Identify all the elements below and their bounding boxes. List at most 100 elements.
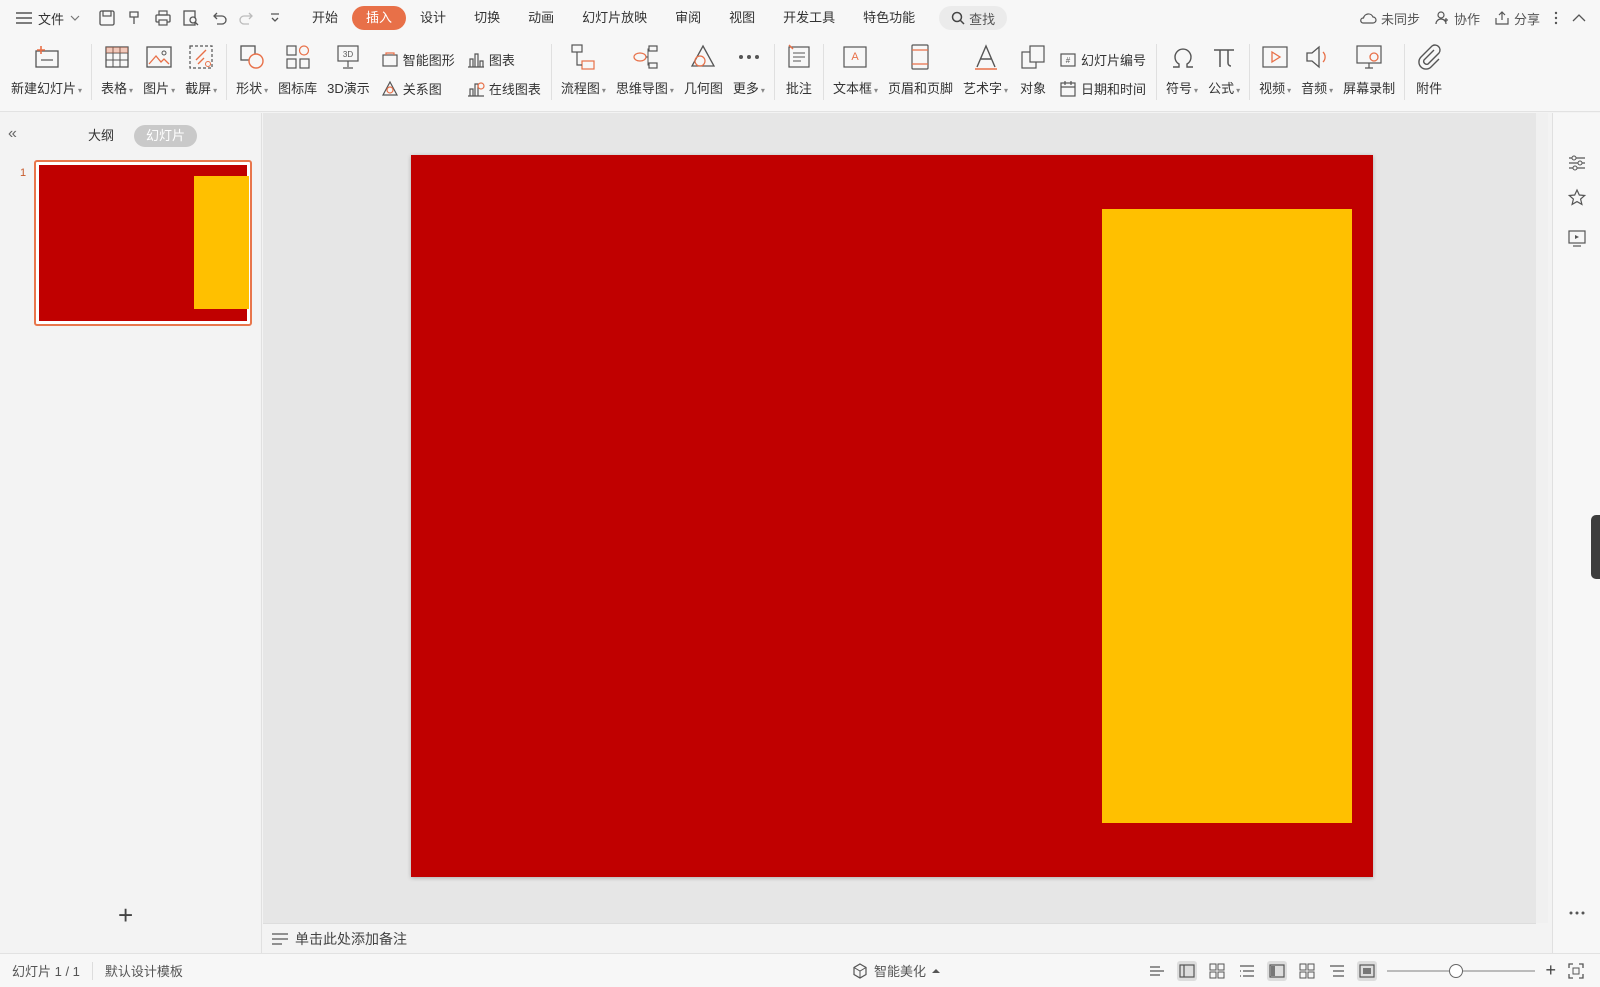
ribbon-divider xyxy=(226,44,228,100)
new-slide-label: 新建幻灯片 xyxy=(11,78,82,97)
online-chart-icon xyxy=(467,81,485,97)
grid-view-icon[interactable] xyxy=(1297,961,1317,981)
svg-text:#: # xyxy=(1066,56,1071,65)
fit-to-window-icon[interactable] xyxy=(1566,961,1586,981)
search-box[interactable]: 查找 xyxy=(939,6,1008,30)
picture-button[interactable]: 图片 xyxy=(138,36,180,106)
textbox-button[interactable]: A 文本框 xyxy=(828,36,883,106)
vertical-scrollbar[interactable] xyxy=(1536,113,1548,923)
notes-area[interactable]: 单击此处添加备注 xyxy=(263,923,1536,953)
smart-beautify-button[interactable]: 智能美化 xyxy=(852,961,941,980)
user-icon xyxy=(1435,11,1448,25)
chevron-down-icon xyxy=(70,15,80,21)
print-icon[interactable] xyxy=(154,9,172,27)
tab-developer[interactable]: 开发工具 xyxy=(769,6,849,30)
collapse-ribbon-icon[interactable] xyxy=(1572,13,1586,23)
flowchart-label: 流程图 xyxy=(561,78,606,97)
tab-slides[interactable]: 幻灯片 xyxy=(134,125,198,147)
icon-library-button[interactable]: 图标库 xyxy=(273,36,322,106)
slide-library-icon[interactable] xyxy=(1567,228,1587,248)
file-menu-label: 文件 xyxy=(38,11,65,27)
more-button[interactable]: 更多 xyxy=(728,36,770,106)
object-label: 对象 xyxy=(1020,81,1047,96)
slide-thumbnail[interactable] xyxy=(34,160,252,326)
collaborate-button[interactable]: 协作 xyxy=(1434,9,1480,28)
header-footer-label: 页眉和页脚 xyxy=(887,81,953,96)
wordart-button[interactable]: 艺术字 xyxy=(958,36,1013,106)
side-panel-handle[interactable] xyxy=(1591,515,1600,579)
tab-animation[interactable]: 动画 xyxy=(514,6,568,30)
zoom-slider-handle[interactable] xyxy=(1449,963,1464,978)
screenshot-button[interactable]: 截屏 xyxy=(180,36,222,106)
slide-number-button[interactable]: # 幻灯片编号 xyxy=(1059,50,1146,69)
share-label: 分享 xyxy=(1513,11,1540,27)
audio-button[interactable]: 音频 xyxy=(1296,36,1338,106)
notes-view-icon[interactable] xyxy=(1147,961,1167,981)
undo-icon[interactable] xyxy=(210,9,228,27)
tab-insert[interactable]: 插入 xyxy=(352,6,407,30)
symbol-button[interactable]: 符号 xyxy=(1161,36,1203,106)
design-template[interactable]: 默认设计模板 xyxy=(105,961,183,980)
relation-chart-button[interactable]: 关系图 xyxy=(381,79,455,98)
new-slide-button[interactable]: 新建幻灯片 xyxy=(6,36,87,106)
tab-transition[interactable]: 切换 xyxy=(460,6,514,30)
tab-slideshow[interactable]: 幻灯片放映 xyxy=(568,6,661,30)
tab-design[interactable]: 设计 xyxy=(406,6,460,30)
slideshow-view-icon[interactable] xyxy=(1357,960,1378,981)
collapse-panel-icon[interactable]: « xyxy=(8,125,17,143)
slide-number-icon: # xyxy=(1060,52,1076,67)
star-icon[interactable] xyxy=(1567,188,1587,208)
redo-icon[interactable] xyxy=(238,9,256,27)
flowchart-button[interactable]: 流程图 xyxy=(556,36,611,106)
more-options-icon[interactable] xyxy=(1554,11,1558,25)
geometry-button[interactable]: 几何图 xyxy=(679,36,728,106)
tab-outline[interactable]: 大纲 xyxy=(76,125,126,147)
quick-access-toolbar xyxy=(90,9,284,27)
tab-home[interactable]: 开始 xyxy=(298,6,352,30)
header-footer-button[interactable]: 页眉和页脚 xyxy=(883,36,958,106)
relation-chart-icon xyxy=(381,80,398,96)
share-icon xyxy=(1495,11,1509,25)
share-button[interactable]: 分享 xyxy=(1494,9,1540,28)
ribbon-divider xyxy=(822,44,824,100)
add-slide-button[interactable]: + xyxy=(118,900,133,931)
properties-icon[interactable] xyxy=(1567,153,1587,173)
tab-review[interactable]: 审阅 xyxy=(661,6,715,30)
formula-button[interactable]: 公式 xyxy=(1203,36,1245,106)
yellow-rectangle-shape[interactable] xyxy=(1102,209,1352,823)
sync-status-button[interactable]: 未同步 xyxy=(1359,9,1420,28)
datetime-button[interactable]: 日期和时间 xyxy=(1059,79,1146,98)
save-icon[interactable] xyxy=(98,9,116,27)
customize-toolbar-icon[interactable] xyxy=(266,9,284,27)
3d-demo-button[interactable]: 3D 3D演示 xyxy=(322,36,375,106)
slide-canvas[interactable] xyxy=(411,155,1373,877)
zoom-in-button[interactable]: + xyxy=(1545,960,1556,981)
print-preview-icon[interactable] xyxy=(182,9,200,27)
normal-view-icon-alt[interactable] xyxy=(1267,960,1288,981)
table-button[interactable]: 表格 xyxy=(96,36,138,106)
reading-view-icon[interactable] xyxy=(1237,961,1257,981)
online-chart-button[interactable]: 在线图表 xyxy=(467,79,541,98)
chart-button[interactable]: 图表 xyxy=(467,50,541,69)
file-menu[interactable]: 文件 xyxy=(0,0,90,36)
tab-view[interactable]: 视图 xyxy=(715,6,769,30)
comment-button[interactable]: 批注 xyxy=(779,36,819,106)
shape-button[interactable]: 形状 xyxy=(231,36,273,106)
mindmap-label: 思维导图 xyxy=(616,78,674,97)
normal-view-icon[interactable] xyxy=(1177,960,1198,981)
status-left: 幻灯片 1 / 1 默认设计模板 xyxy=(0,961,183,980)
smart-shape-button[interactable]: 智能图形 xyxy=(381,50,455,69)
slide-sorter-icon[interactable] xyxy=(1207,961,1227,981)
zoom-slider[interactable] xyxy=(1387,963,1536,978)
outline-view-icon[interactable] xyxy=(1327,961,1347,981)
chart-group: 图表 在线图表 xyxy=(461,36,547,106)
mindmap-button[interactable]: 思维导图 xyxy=(611,36,679,106)
more-horizontal-icon[interactable] xyxy=(1567,903,1587,923)
format-painter-icon[interactable] xyxy=(126,9,144,27)
geometry-label: 几何图 xyxy=(683,81,723,96)
attachment-button[interactable]: 附件 xyxy=(1409,36,1449,106)
screen-record-button[interactable]: 屏幕录制 xyxy=(1338,36,1400,106)
tab-special-features[interactable]: 特色功能 xyxy=(849,6,929,30)
video-button[interactable]: 视频 xyxy=(1254,36,1296,106)
object-button[interactable]: 对象 xyxy=(1013,36,1053,106)
